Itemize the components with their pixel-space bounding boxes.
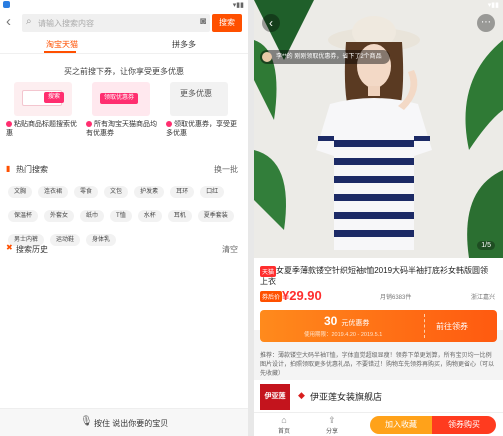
coupon-separator: [424, 314, 425, 338]
feature-pill: 领取优惠券: [100, 93, 139, 104]
search-icon: ⌕: [26, 16, 32, 27]
tab-pinduoduo[interactable]: 拼多多: [172, 39, 196, 50]
voice-search-label: 按住 说出你要的宝贝: [94, 419, 169, 428]
hot-search-title: 热门搜索: [16, 165, 48, 174]
more-icon[interactable]: ⋯: [477, 14, 495, 32]
price-tag-label: 券后价: [260, 291, 283, 302]
get-coupon-button[interactable]: 前往领券: [436, 321, 468, 332]
hot-search-tag[interactable]: T恤: [110, 210, 132, 222]
hot-search-tag[interactable]: 连衣裙: [38, 186, 69, 198]
buy-with-coupon-button[interactable]: 领券购买: [432, 416, 496, 434]
feature-card-more-deals: 更多优惠: [170, 82, 228, 116]
product-title: 女夏季薄款镂空针织短袖t恤2019大码半袖打底衫女韩版圆领上衣: [260, 266, 489, 286]
close-icon: ✖: [6, 243, 13, 252]
hot-search-tag[interactable]: 外套女: [44, 210, 75, 222]
active-tab-indicator: [44, 51, 76, 53]
hot-tags: 文胸 连衣裙 零食 文包 护发素 耳环 口红保温杯 外套女 纸巾 T恤 水杯 耳机 夏季套装男士内裤 运动…: [0, 176, 248, 246]
hot-search-tag[interactable]: 保温杯: [8, 210, 39, 222]
hot-search-tag[interactable]: 纸巾: [80, 210, 105, 222]
bullet-icon: [86, 121, 92, 127]
search-screen: ▾▮▮ ‹ ⌕ 请输入搜索内容 ◙ 搜索 淘宝天猫 拼多多 买之前搜下券，让你享…: [0, 0, 248, 436]
product-price: ¥29.90: [282, 288, 322, 303]
hot-search-tag[interactable]: 耳环: [170, 186, 195, 198]
feature-card-paste-search: 搜索: [14, 82, 72, 116]
hot-search-tag[interactable]: 水杯: [137, 210, 162, 222]
voice-search-bar[interactable]: 🎙 按住 说出你要的宝贝: [0, 408, 248, 436]
search-tip: 买之前搜下券，让你享受更多优惠: [64, 67, 184, 76]
bullet-icon: [6, 121, 12, 127]
app-notification-icon: [3, 1, 10, 8]
history-title: 搜索历史: [16, 245, 48, 254]
status-bar: ▾▮▮: [254, 0, 503, 10]
hot-search-tag[interactable]: 文包: [104, 186, 129, 198]
tmall-icon: ◆: [298, 390, 305, 400]
platform-tabs: 淘宝天猫 拼多多: [0, 36, 248, 54]
share-button[interactable]: ⇪ 分享: [320, 415, 344, 435]
shop-logo: 伊亚莲: [260, 384, 290, 410]
feature-pill: 搜索: [44, 92, 65, 103]
clear-history-button[interactable]: 清空: [222, 244, 238, 255]
status-bar: ▾▮▮: [0, 0, 248, 10]
product-image[interactable]: ▾▮▮ ‹ ⋯ 李**的 刚刚领取优惠券，省下了2个商品 1/5: [254, 0, 503, 258]
avatar: [262, 52, 272, 62]
shop-row[interactable]: 伊亚莲 ◆ 伊亚莲女装旗舰店: [254, 380, 503, 412]
feature-card-coupon: 领取优惠券: [92, 82, 150, 116]
refresh-button[interactable]: 换一批: [214, 164, 238, 175]
ship-location: 浙江嘉兴: [470, 295, 495, 301]
feature-text: 粘贴商品标题搜索优惠: [6, 121, 77, 137]
feature-card-text: 更多优惠: [180, 89, 212, 98]
hot-search-header: ▮ 热门搜索 换一批: [0, 162, 248, 176]
bullet-icon: [166, 121, 172, 127]
hot-search-tag[interactable]: 口红: [200, 186, 225, 198]
feature-text: 领取优惠券，享受更多优惠: [166, 121, 237, 137]
search-header: ‹ ⌕ 请输入搜索内容 ◙ 搜索: [0, 10, 248, 36]
coupon-notice: 李**的 刚刚领取优惠券，省下了2个商品: [260, 50, 390, 64]
coupon-amount: 30 元优惠券: [324, 314, 370, 328]
product-screen: ▾▮▮ ‹ ⋯ 李**的 刚刚领取优惠券，省下了2个商品 1/5 天猫 女夏季薄…: [254, 0, 503, 436]
bottom-action-bar: ⌂ 首页 ⇪ 分享 加入收藏 领券购买: [254, 412, 503, 436]
share-icon: ⇪: [328, 415, 336, 425]
home-icon: ⌂: [281, 415, 287, 425]
shop-name: 伊亚莲女装旗舰店: [310, 392, 383, 402]
monthly-sales: 月销6383件: [380, 295, 412, 301]
hot-search-tag[interactable]: 零食: [74, 186, 99, 198]
hot-search-tag[interactable]: 耳机: [167, 210, 192, 222]
coupon-period: 使用期限：2019.4.20 - 2019.5.1: [304, 332, 383, 338]
signal-battery-icon: ▾▮▮: [487, 2, 499, 9]
back-arrow-icon[interactable]: ‹: [262, 14, 280, 32]
home-button[interactable]: ⌂ 首页: [272, 415, 296, 435]
product-photo-illustration: [254, 0, 503, 258]
camera-icon[interactable]: ◙: [200, 16, 206, 27]
hot-search-tag[interactable]: 夏季套装: [197, 210, 234, 222]
fire-icon: ▮: [6, 164, 11, 173]
add-favorite-button[interactable]: 加入收藏: [370, 416, 432, 434]
hot-search-tag[interactable]: 护发素: [134, 186, 165, 198]
search-placeholder: 请输入搜索内容: [38, 19, 94, 28]
microphone-icon: 🎙: [80, 416, 93, 427]
tab-taobao-tmall[interactable]: 淘宝天猫: [46, 39, 78, 50]
hot-search-tag[interactable]: 文胸: [8, 186, 33, 198]
back-arrow-icon[interactable]: ‹: [6, 14, 11, 30]
search-button[interactable]: 搜索: [212, 14, 242, 32]
image-page-indicator: 1/5: [477, 241, 495, 250]
history-header: ✖ 搜索历史 清空: [0, 242, 248, 256]
signal-battery-icon: ▾▮▮: [232, 2, 244, 9]
feature-cards: 搜索 粘贴商品标题搜索优惠 领取优惠券 所有淘宝天猫商品均有优惠券 更多优惠 领…: [0, 80, 248, 156]
coupon-card[interactable]: 30 元优惠券 使用期限：2019.4.20 - 2019.5.1 前往领券: [260, 310, 497, 342]
search-input[interactable]: ⌕ 请输入搜索内容 ◙: [22, 14, 210, 32]
feature-text: 所有淘宝天猫商品均有优惠券: [86, 121, 157, 137]
product-description: 推荐：薄款镂空大码半袖T恤，字体直觉超级显瘦！领券下单更划算，所有宝贝均一比例图…: [260, 353, 495, 377]
